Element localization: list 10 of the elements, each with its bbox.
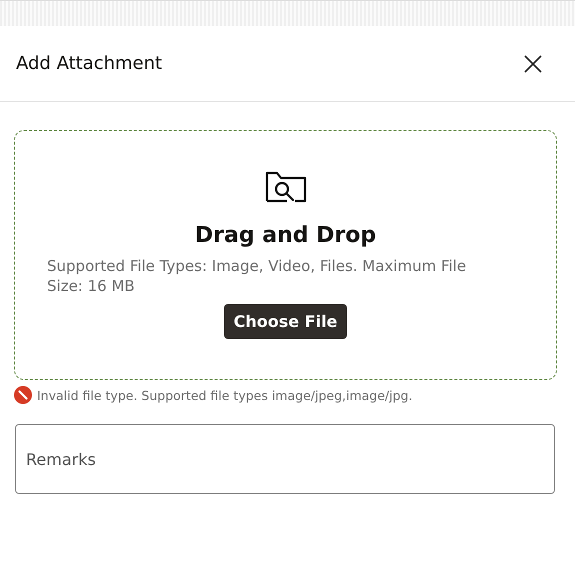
drop-zone[interactable]: Drag and Drop Supported File Types: Image, Video, Files. Maximum File Size: 16 MB Choose File [14, 130, 557, 380]
drop-heading: Drag and Drop [194, 223, 376, 248]
close-icon[interactable] [524, 54, 542, 72]
folder-search-icon [264, 171, 306, 203]
dialog-title: Add Attachment [16, 53, 162, 74]
remarks-field[interactable]: Remarks [15, 424, 555, 494]
error-icon [14, 386, 32, 404]
file-types-hint: Supported File Types: Image, Video, Files. Maximum File Size: 16 MB [46, 256, 468, 296]
choose-file-button[interactable]: Choose File [224, 304, 348, 339]
error-message: Invalid file type. Supported file types image/jpeg,image/jpg. [37, 388, 412, 402]
